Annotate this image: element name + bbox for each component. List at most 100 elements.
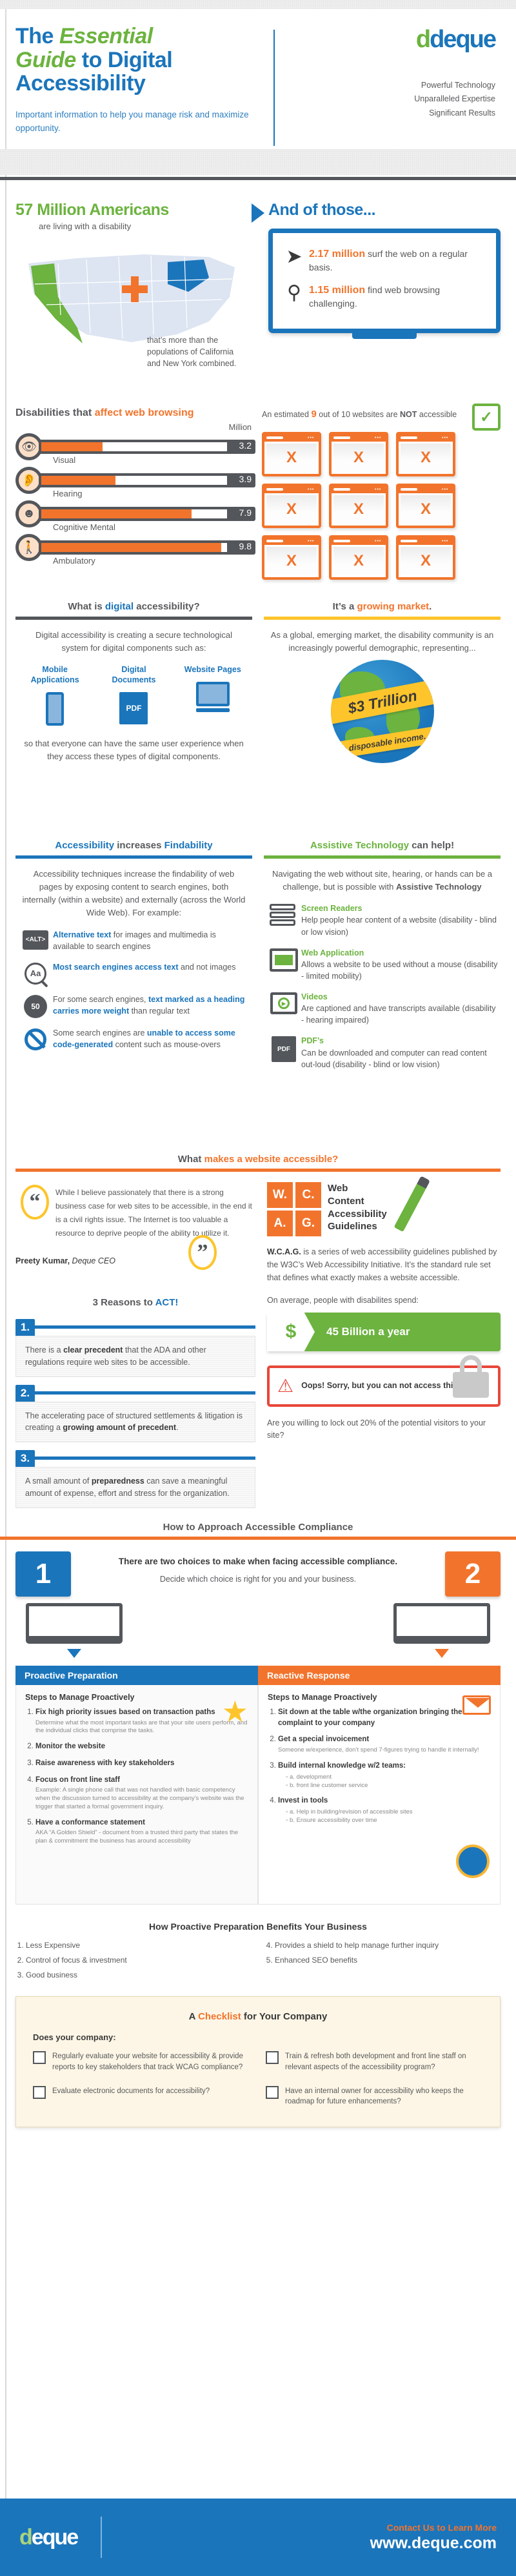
inaccessible-window-icon: ••• X: [329, 483, 388, 528]
pdf-icon: PDF: [119, 691, 148, 724]
market-pre: It’s a: [332, 601, 357, 612]
reactive-body: Steps to Manage Proactively Sit down at …: [258, 1685, 501, 1905]
compliance-section: How to Approach Accessible Compliance 1 …: [0, 1522, 516, 1905]
wcag-head-gray: What: [177, 1154, 202, 1165]
checklist-sheet: A Checklist for Your Company Does your c…: [15, 1993, 501, 2128]
footer-cta: Contact Us to Learn More: [386, 2522, 497, 2533]
assistive-body: Navigating the web without site, hearing…: [264, 859, 501, 894]
reason-pre: A small amount of: [25, 1477, 92, 1486]
step-item: Have a conformance statement AKA “A Golde…: [35, 1817, 248, 1846]
benefit-item: Enhanced SEO benefits: [275, 1953, 501, 1968]
star-icon: ★: [221, 1695, 248, 1728]
inaccessible-window-icon: ••• X: [329, 535, 388, 580]
step-subitem: b. front line customer service: [286, 1781, 491, 1790]
findability-item: Aa Most search engines access text and n…: [18, 961, 250, 985]
deque-logo[interactable]: ddequedeque: [301, 27, 497, 52]
checkbox[interactable]: [33, 2051, 46, 2065]
alt-tag-icon: <ALT>: [18, 929, 53, 952]
step-text: Monitor the website: [35, 1743, 105, 1751]
footer-divider: [101, 2517, 103, 2558]
quote-close-icon: ”: [188, 1235, 217, 1270]
checkbox[interactable]: [33, 2085, 46, 2099]
step-text: Have a conformance statement: [35, 1818, 146, 1826]
assistive-item: Web Application Allows a website to be us…: [266, 947, 498, 982]
window-x-mark: X: [333, 546, 384, 575]
find-gray: increases: [114, 840, 164, 851]
assistive-item-text: Web Application Allows a website to be us…: [301, 947, 498, 982]
checklist-item[interactable]: Evaluate electronic documents for access…: [33, 2085, 250, 2107]
wcag-cell: G.: [295, 1211, 321, 1236]
step-item: Fix high priority issues based on transa…: [35, 1707, 248, 1735]
compliance-intro: There are two choices to make when facin…: [80, 1551, 436, 1586]
reason-number: 2.: [15, 1384, 35, 1402]
bar-fill: [41, 476, 116, 485]
arrow-separator: [248, 201, 268, 373]
and-of-those-title: And of those...: [268, 201, 376, 219]
lock-icon: [453, 1355, 489, 1400]
checklist-item[interactable]: Regularly evaluate your website for acce…: [33, 2051, 250, 2072]
checkbox[interactable]: [266, 2085, 279, 2099]
laptop-left-icon: [26, 1603, 123, 1658]
reason-bold: growing amount of precedent: [63, 1423, 177, 1433]
header-top-texture: [0, 0, 516, 9]
component-documents: Digital Documents PDF: [100, 665, 167, 725]
spend-value: 45 Billion a year: [326, 1325, 410, 1338]
findability-body: Accessibility techniques increase the fi…: [22, 869, 246, 918]
checklist-item-text: Evaluate electronic documents for access…: [52, 2087, 210, 2095]
not-accessible-block: ✓ An estimated 9 out of 10 websites are …: [255, 404, 501, 597]
spend-label: On average, people with disabilites spen…: [267, 1296, 419, 1305]
benefits-left-list: Less ExpensiveControl of focus & investm…: [26, 1938, 252, 1982]
wcag-section-rule: [15, 1169, 501, 1172]
step-note: Determine what the most important tasks …: [35, 1719, 248, 1735]
title-the: The: [15, 24, 59, 48]
monitor-icon: [266, 947, 301, 982]
check-pre: A: [188, 2011, 199, 2023]
wcag-section-heading: What makes a website accessible?: [15, 1154, 501, 1169]
reason-number: 3.: [15, 1450, 35, 1467]
window-titlebar: •••: [332, 434, 386, 442]
nine-pre: An estimated: [262, 410, 312, 419]
findability-item: <ALT> Alternative text for images and mu…: [18, 929, 250, 952]
assist-desc: Help people hear content of a website (d…: [301, 915, 497, 937]
assist-gray: can help!: [409, 840, 455, 851]
reason-card: 2. The accelerating pace of structured s…: [15, 1384, 255, 1443]
benefits-section: How Proactive Preparation Benefits Your …: [0, 1911, 516, 1982]
proactive-steps: Fix high priority issues based on transa…: [35, 1707, 248, 1846]
window-titlebar: •••: [264, 537, 319, 545]
benefit-item: Less Expensive: [26, 1938, 252, 1953]
benefit-item: Provides a shield to help manage further…: [275, 1938, 501, 1953]
monitor-row: ⚲ 1.15 million find web browsing challen…: [279, 283, 487, 311]
monitor-stand: [352, 332, 417, 339]
footer-section: deque Contact Us to Learn More www.deque…: [0, 2499, 516, 2576]
title-to-digital: to Digital: [75, 47, 173, 72]
assist-green: Assistive Technology: [310, 840, 410, 851]
reason-bold: clear precedent: [63, 1345, 123, 1355]
reason-number: 1.: [15, 1319, 35, 1336]
reason-body: The accelerating pace of structured sett…: [15, 1401, 255, 1443]
proactive-panel: Proactive Preparation ★ Steps to Manage …: [15, 1666, 258, 1905]
window-titlebar: •••: [399, 486, 453, 493]
assist-title: Screen Readers: [301, 904, 362, 914]
americans-block: 57 Million Americans are living with a d…: [15, 201, 248, 373]
checkbox[interactable]: [266, 2051, 279, 2065]
wcag-cell: A.: [267, 1211, 293, 1236]
spend-bar: $ 45 Billion a year: [267, 1313, 501, 1351]
inaccessible-window-icon: ••• X: [396, 483, 455, 528]
plus-icon: [122, 276, 148, 302]
assistive-item-text: Videos Are captioned and have transcripts…: [301, 991, 498, 1026]
monitor-row: ➤ 2.17 million surf the web on a regular…: [279, 247, 487, 274]
findability-assistive-section: Accessibility increases Findability Acce…: [0, 840, 516, 1150]
checklist-item[interactable]: Train & refresh both development and fro…: [266, 2051, 483, 2072]
error-dialog: ⚠ Oops! Sorry, but you can not access th…: [267, 1355, 501, 1407]
findability-item: Some search engines are unable to access…: [18, 1027, 250, 1050]
checklist-item[interactable]: Have an internal owner for accessibility…: [266, 2085, 483, 2107]
step-text: Build internal knowledge w/2 teams:: [278, 1761, 406, 1770]
step-item: Build internal knowledge w/2 teams: a. de…: [278, 1761, 491, 1790]
million-unit-label: Million: [228, 423, 252, 432]
footer-url[interactable]: www.deque.com: [370, 2534, 497, 2553]
disabilities-heading: Disabilities that affect web browsing: [15, 407, 255, 419]
footer-deque-logo[interactable]: deque: [19, 2525, 79, 2550]
bar-row-visual: 👁 3.2 Visual: [15, 432, 255, 465]
wcag-desc-bold: W.C.A.G.: [267, 1247, 301, 1256]
mail-icon: [462, 1695, 491, 1715]
